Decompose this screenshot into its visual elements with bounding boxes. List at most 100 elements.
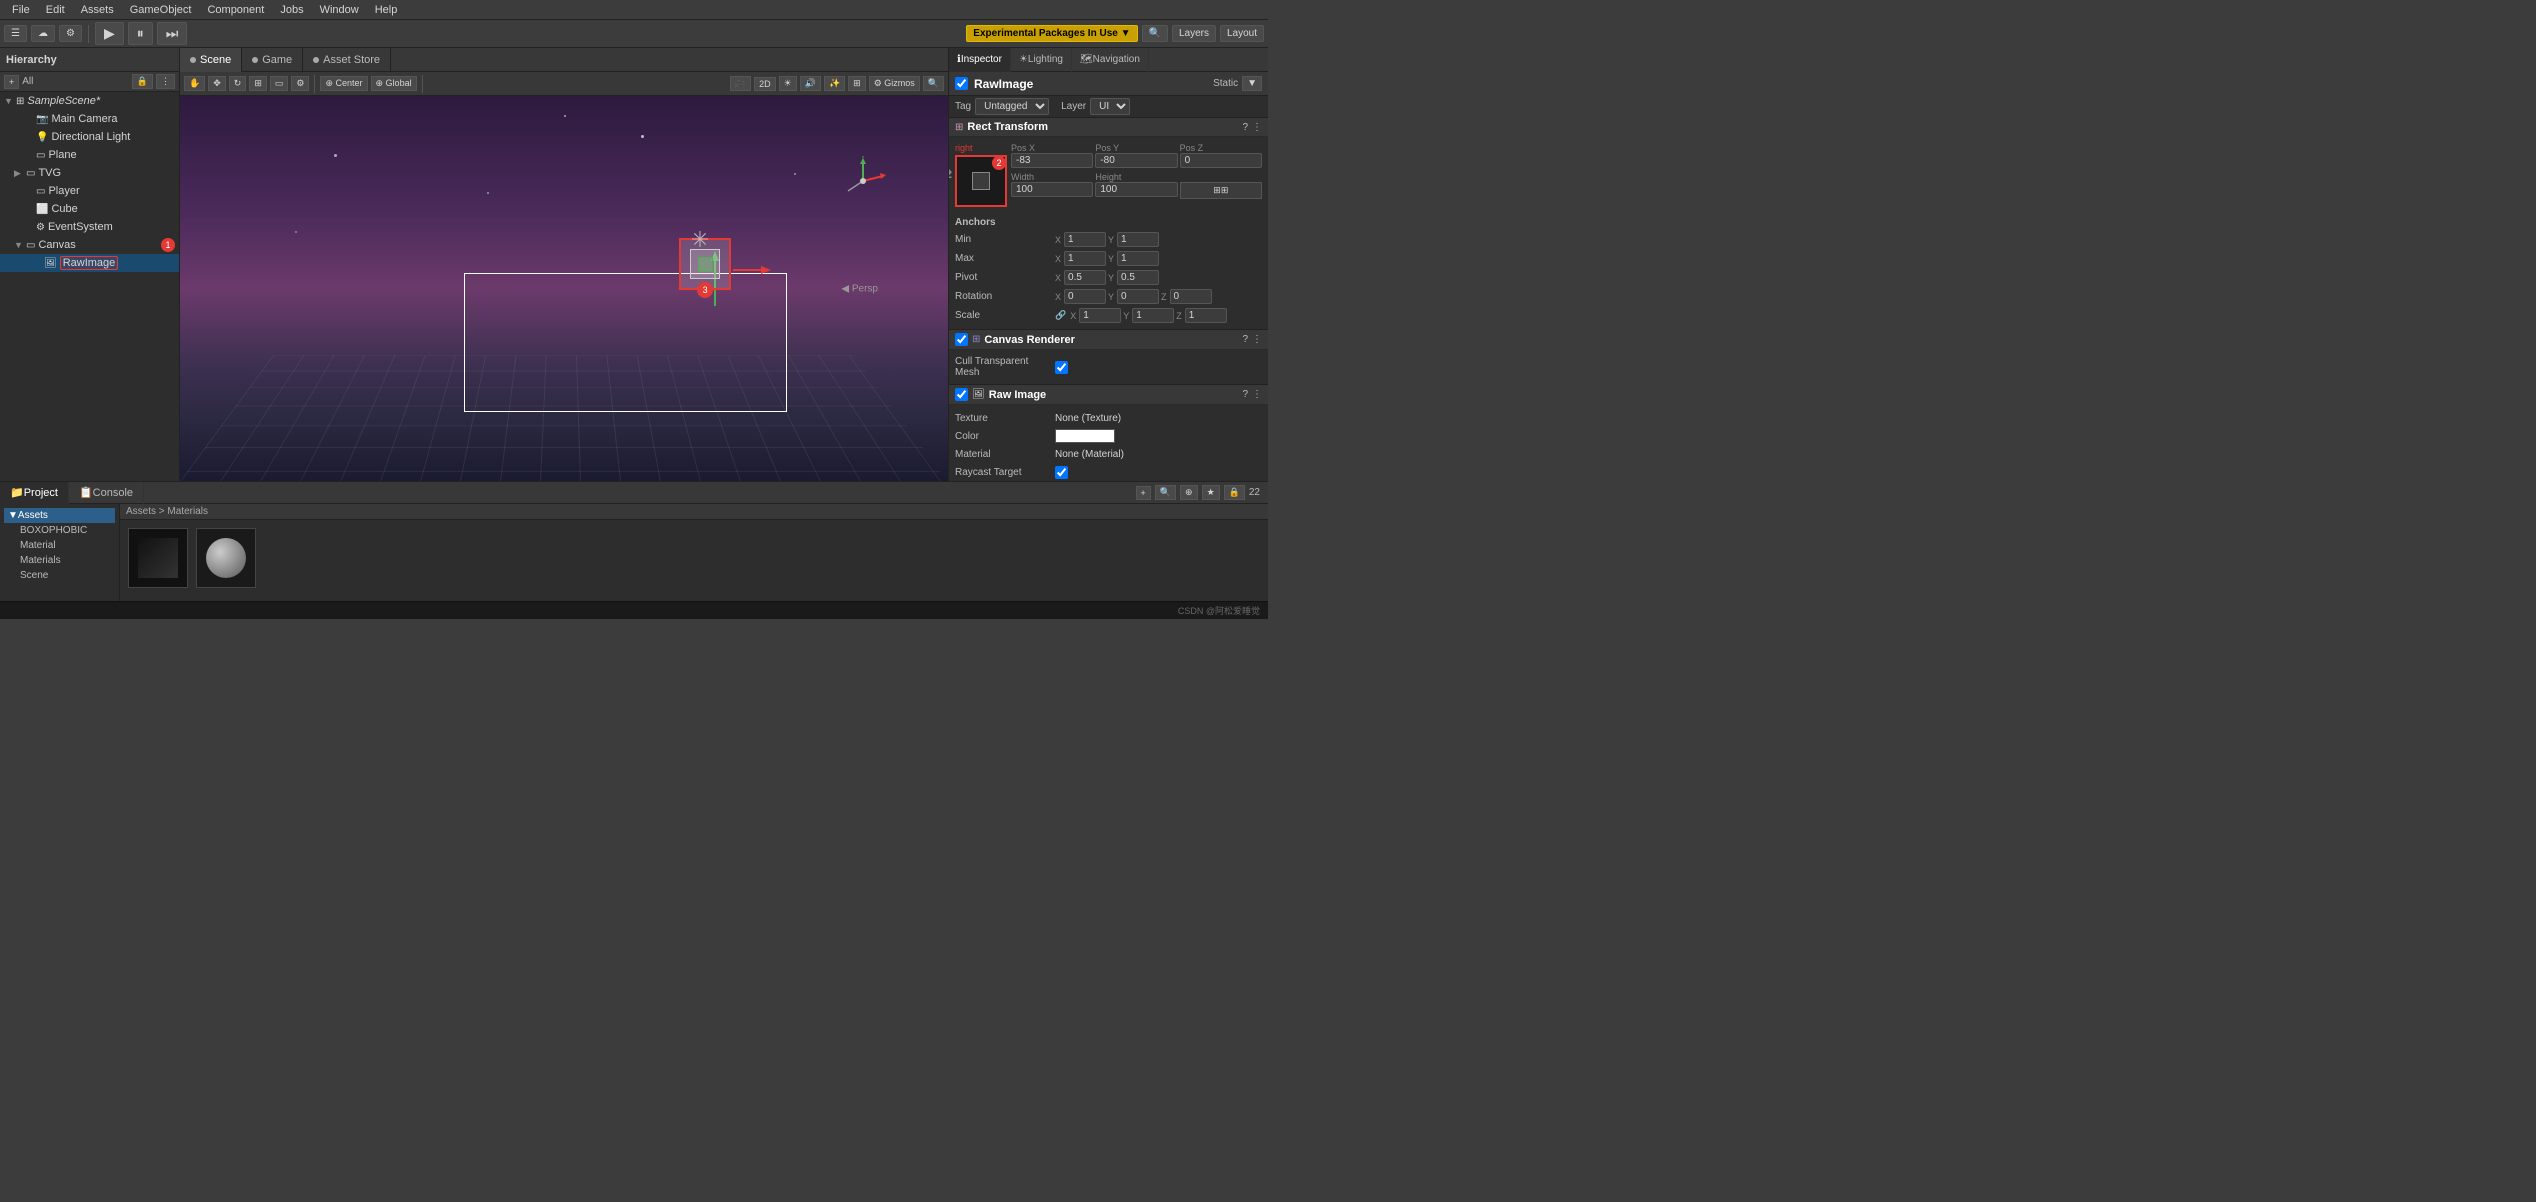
rot-y-input[interactable] xyxy=(1117,289,1159,304)
static-dropdown-btn[interactable]: ▼ xyxy=(1242,76,1262,91)
scene-global-btn[interactable]: ⊕ Global xyxy=(371,76,417,91)
bottom-favorite-btn[interactable]: ★ xyxy=(1202,485,1220,500)
step-btn[interactable]: ⏭ xyxy=(157,22,188,45)
hierarchy-lock-btn[interactable]: 🔒 xyxy=(132,74,153,89)
min-y-input[interactable] xyxy=(1117,232,1159,247)
hierarchy-item-player[interactable]: ▭ Player xyxy=(0,182,179,200)
scale-y-input[interactable] xyxy=(1132,308,1174,323)
canvas-renderer-header[interactable]: ⊞ Canvas Renderer ? ⋮ xyxy=(949,330,1268,350)
scene-tool-move[interactable]: ✥ xyxy=(208,76,226,91)
hierarchy-item-directional-light[interactable]: 💡 Directional Light xyxy=(0,128,179,146)
tag-dropdown[interactable]: Untagged xyxy=(975,98,1049,115)
bottom-create-btn[interactable]: + xyxy=(1136,486,1151,500)
scene-grid-btn[interactable]: ⊞ xyxy=(848,76,866,91)
menu-edit[interactable]: Edit xyxy=(38,4,73,16)
menu-help[interactable]: Help xyxy=(367,4,406,16)
pivot-y-input[interactable] xyxy=(1117,270,1159,285)
hierarchy-item-tvg[interactable]: ▶ ▭ TVG xyxy=(0,164,179,182)
height-input[interactable] xyxy=(1095,182,1177,197)
scene-light-btn[interactable]: ☀ xyxy=(779,76,797,91)
asset-store-tab[interactable]: Asset Store xyxy=(303,48,391,72)
console-tab[interactable]: 📋 Console xyxy=(69,482,144,504)
asset-thumb-1[interactable] xyxy=(128,528,188,588)
hierarchy-more-btn[interactable]: ⋮ xyxy=(156,74,175,89)
rot-z-input[interactable] xyxy=(1170,289,1212,304)
folder-materials[interactable]: Materials xyxy=(4,553,115,568)
game-tab[interactable]: Game xyxy=(242,48,303,72)
scene-2d-btn[interactable]: 2D xyxy=(754,77,776,91)
raw-image-header[interactable]: 🖼 Raw Image ? ⋮ xyxy=(949,385,1268,405)
pivot-x-input[interactable] xyxy=(1064,270,1106,285)
scene-fx-btn[interactable]: ✨ xyxy=(824,76,845,91)
cull-checkbox[interactable] xyxy=(1055,361,1068,374)
collab-btn[interactable]: ⚙ xyxy=(59,25,82,42)
menu-window[interactable]: Window xyxy=(312,4,367,16)
project-tab[interactable]: 📁 Project xyxy=(0,482,69,504)
scale-x-input[interactable] xyxy=(1079,308,1121,323)
scale-z-input[interactable] xyxy=(1185,308,1227,323)
scene-pivot-btn[interactable]: ⊕ Center xyxy=(320,76,367,91)
rect-transform-more-btn[interactable]: ⋮ xyxy=(1252,122,1262,133)
scene-tool-rotate[interactable]: ↻ xyxy=(229,76,247,91)
scene-tool-scale[interactable]: ⊞ xyxy=(249,76,267,91)
experimental-packages-btn[interactable]: Experimental Packages In Use ▼ xyxy=(966,25,1137,42)
folder-assets[interactable]: ▼ Assets xyxy=(4,508,115,523)
asset-thumb-2[interactable] xyxy=(196,528,256,588)
raycast-target-checkbox[interactable] xyxy=(1055,466,1068,479)
folder-material[interactable]: Material xyxy=(4,538,115,553)
scene-tool-rect[interactable]: ▭ xyxy=(270,76,289,91)
cloud-btn[interactable]: ☁ xyxy=(31,25,55,42)
folder-boxophobic[interactable]: BOXOPHOBIC xyxy=(4,523,115,538)
rot-x-input[interactable] xyxy=(1064,289,1106,304)
hierarchy-item-cube[interactable]: ⬜ Cube xyxy=(0,200,179,218)
menu-jobs[interactable]: Jobs xyxy=(272,4,311,16)
navigation-tab[interactable]: 🗺 Navigation xyxy=(1072,48,1149,72)
scene-tab[interactable]: Scene xyxy=(180,48,242,72)
pause-btn[interactable]: ⏸ xyxy=(128,22,153,45)
menu-file[interactable]: File xyxy=(4,4,38,16)
object-active-checkbox[interactable] xyxy=(955,77,968,90)
layers-btn[interactable]: Layers xyxy=(1172,25,1216,42)
pos-z-input[interactable] xyxy=(1180,153,1262,168)
scene-gizmos-btn[interactable]: ⚙ Gizmos xyxy=(869,76,920,91)
anchor-box[interactable]: 2 xyxy=(955,155,1007,207)
canvas-renderer-help-btn[interactable]: ? xyxy=(1242,334,1248,345)
hierarchy-item-main-camera[interactable]: 📷 Main Camera xyxy=(0,110,179,128)
raw-image-help-btn[interactable]: ? xyxy=(1242,389,1248,400)
scene-tool-custom[interactable]: ⚙ xyxy=(291,76,309,91)
raw-image-toggle[interactable] xyxy=(955,388,968,401)
scene-search-btn[interactable]: 🔍 xyxy=(923,76,944,91)
menu-gameobject[interactable]: GameObject xyxy=(122,4,200,16)
hierarchy-item-canvas[interactable]: ▼ ▭ Canvas 1 xyxy=(0,236,179,254)
pos-y-input[interactable] xyxy=(1095,153,1177,168)
rect-transform-header[interactable]: ⊞ Rect Transform ? ⋮ xyxy=(949,118,1268,137)
layout-btn[interactable]: Layout xyxy=(1220,25,1264,42)
menu-assets[interactable]: Assets xyxy=(73,4,122,16)
rect-transform-help-btn[interactable]: ? xyxy=(1242,122,1248,133)
layer-dropdown[interactable]: UI xyxy=(1090,98,1130,115)
pos-x-input[interactable] xyxy=(1011,153,1093,168)
hierarchy-item-eventsystem[interactable]: ⚙ EventSystem xyxy=(0,218,179,236)
canvas-renderer-more-btn[interactable]: ⋮ xyxy=(1252,334,1262,345)
scene-camera-btn[interactable]: 🎥 xyxy=(730,76,751,91)
hierarchy-item-rawimage[interactable]: 🖼 RawImage xyxy=(0,254,179,272)
play-btn[interactable]: ▶ xyxy=(95,22,124,45)
color-swatch[interactable] xyxy=(1055,429,1115,443)
bottom-lock-btn[interactable]: 🔒 xyxy=(1224,485,1245,500)
inspector-tab[interactable]: ℹ Inspector xyxy=(949,48,1011,72)
menu-icon-btn[interactable]: ☰ xyxy=(4,25,27,42)
bottom-search-btn[interactable]: 🔍 xyxy=(1155,485,1176,500)
width-input[interactable] xyxy=(1011,182,1093,197)
bottom-collab-btn[interactable]: ⊕ xyxy=(1180,485,1198,500)
min-x-input[interactable] xyxy=(1064,232,1106,247)
menu-component[interactable]: Component xyxy=(199,4,272,16)
max-y-input[interactable] xyxy=(1117,251,1159,266)
hierarchy-item-plane[interactable]: ▭ Plane xyxy=(0,146,179,164)
search-btn[interactable]: 🔍 xyxy=(1142,25,1168,42)
folder-scene[interactable]: Scene xyxy=(4,568,115,583)
scene-tool-hand[interactable]: ✋ xyxy=(184,76,205,91)
lighting-tab[interactable]: ☀ Lighting xyxy=(1011,48,1072,72)
blueprint-btn[interactable]: ⊞⊞ xyxy=(1180,182,1262,199)
hierarchy-add-btn[interactable]: + xyxy=(4,75,19,89)
max-x-input[interactable] xyxy=(1064,251,1106,266)
